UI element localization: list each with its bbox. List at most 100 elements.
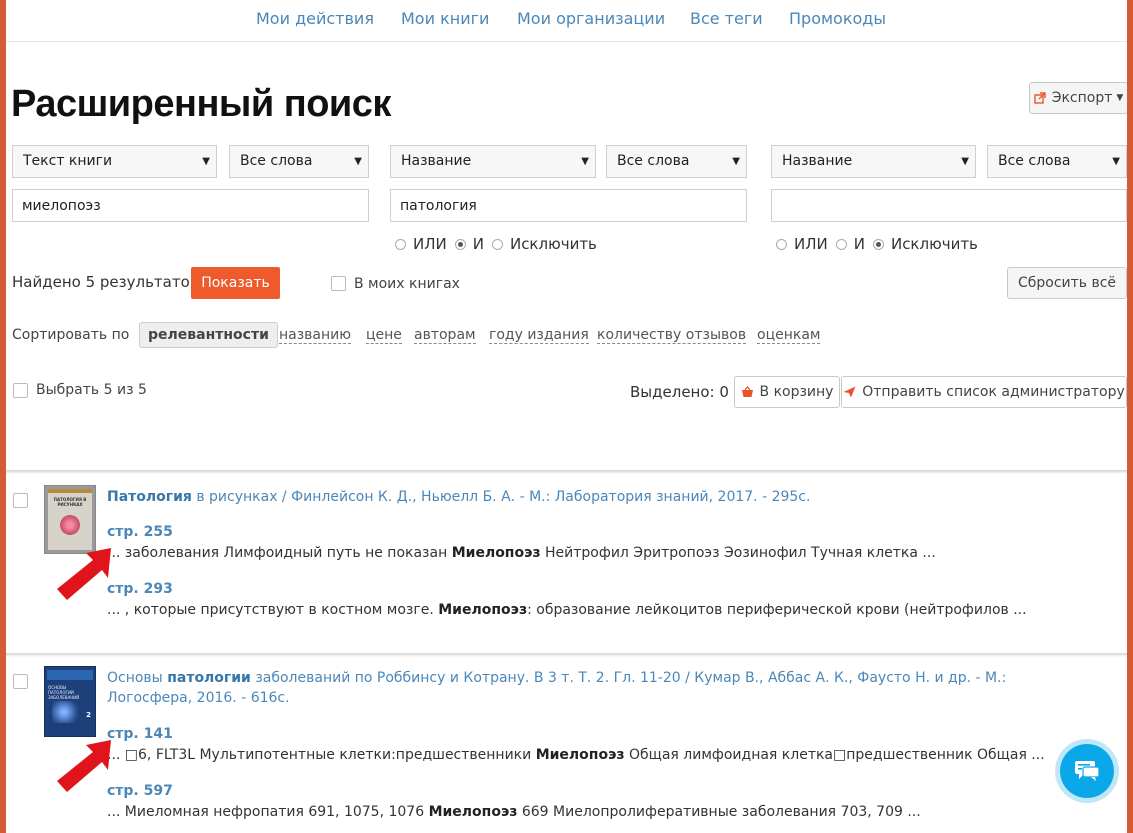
result-1-title-rest: в рисунках / Финлейсон К. Д., Ньюелл Б. … xyxy=(191,489,811,505)
results-divider-shadow xyxy=(6,471,1127,474)
mode-select-2-value: Все слова xyxy=(617,153,690,169)
field-select-1[interactable]: Текст книги ▼ xyxy=(12,145,217,178)
cover-illustration xyxy=(60,515,80,535)
snippet-before: ... Миеломная нефропатия 691, 1075, 1076 xyxy=(107,804,429,820)
nav-my-actions[interactable]: Мои действия xyxy=(256,9,374,28)
nav-my-organizations[interactable]: Мои организации xyxy=(517,9,665,28)
snippet-after: Общая лимфоидная клетка□предшественник О… xyxy=(624,747,1045,763)
in-my-books-checkbox[interactable] xyxy=(331,276,346,291)
sort-by-authors[interactable]: авторам xyxy=(414,327,476,344)
export-button[interactable]: Экспорт ▼ xyxy=(1029,82,1127,114)
result-2-title[interactable]: Основы патологии заболеваний по Роббинсу… xyxy=(107,668,1087,708)
annotation-arrow-1-icon xyxy=(57,548,111,600)
radio-exclude-3[interactable] xyxy=(872,238,884,250)
mode-select-2[interactable]: Все слова ▼ xyxy=(606,145,747,178)
sort-by-rating[interactable]: оценкам xyxy=(757,327,821,344)
result-1-title[interactable]: Патология в рисунках / Финлейсон К. Д., … xyxy=(107,487,1087,507)
radio-and-3[interactable] xyxy=(835,238,847,250)
page-title: Расширенный поиск xyxy=(11,83,391,125)
external-link-icon xyxy=(1033,92,1046,104)
radio-and-label: И xyxy=(472,235,484,253)
caret-down-icon: ▼ xyxy=(732,156,740,167)
annotation-arrow-2-icon xyxy=(57,740,111,792)
snippet-before: ... □6, FLT3L Мультипотентные клетки:пре… xyxy=(107,747,536,763)
search-input-1[interactable] xyxy=(12,189,369,222)
caret-down-icon: ▼ xyxy=(961,156,969,167)
radio-exclude-label: Исключить xyxy=(509,235,597,253)
selected-count: Выделено: 0 xyxy=(630,383,729,401)
chat-bubble-icon xyxy=(1075,761,1100,781)
result-2-page-link-2[interactable]: стр. 597 xyxy=(107,783,173,799)
result-1-snippet-2: ... , которые присутствуют в костном моз… xyxy=(107,602,1027,618)
search-input-3[interactable] xyxy=(771,189,1127,222)
cover-title-text: ПАТОЛОГИЯ В РИСУНКАХ xyxy=(53,497,87,507)
sort-by-price[interactable]: цене xyxy=(366,327,402,344)
search-input-2[interactable] xyxy=(390,189,747,222)
caret-down-icon: ▼ xyxy=(202,156,210,167)
nav-all-tags[interactable]: Все теги xyxy=(690,9,763,28)
send-to-admin-label: Отправить список администратору xyxy=(862,384,1125,400)
cover-volume: 2 xyxy=(86,711,91,719)
export-label: Экспорт xyxy=(1051,90,1113,106)
radio-and-2[interactable] xyxy=(454,238,466,250)
select-all-label: Выбрать 5 из 5 xyxy=(36,382,147,398)
snippet-highlight: Миелопоэз xyxy=(438,602,528,618)
chevron-down-icon: ▼ xyxy=(1116,93,1124,103)
radio-exclude-2[interactable] xyxy=(491,238,503,250)
field-select-2[interactable]: Название ▼ xyxy=(390,145,596,178)
radio-or-2[interactable] xyxy=(395,238,406,250)
result-1-checkbox[interactable] xyxy=(13,493,28,508)
caret-down-icon: ▼ xyxy=(581,156,589,167)
snippet-after: 669 Миелопролиферативные заболевания 703… xyxy=(517,804,921,820)
paper-plane-icon xyxy=(843,386,856,398)
cover-illustration xyxy=(52,701,82,723)
sort-by-reviews[interactable]: количеству отзывов xyxy=(597,327,747,344)
result-1-page-link-1[interactable]: стр. 255 xyxy=(107,524,173,540)
nav-my-books[interactable]: Мои книги xyxy=(401,9,489,28)
result-1-cover[interactable]: ПАТОЛОГИЯ В РИСУНКАХ xyxy=(44,485,96,554)
snippet-before: ... заболевания Лимфоидный путь не показ… xyxy=(107,545,452,561)
nav-promocodes[interactable]: Промокоды xyxy=(789,9,886,28)
select-all-checkbox[interactable] xyxy=(13,383,28,398)
cover-band xyxy=(47,670,93,680)
add-to-cart-label: В корзину xyxy=(759,384,834,400)
add-to-cart-button[interactable]: В корзину xyxy=(734,376,840,408)
sort-by-year[interactable]: году издания xyxy=(489,327,589,344)
snippet-after: Нейтрофил Эритропоэз Эозинофил Тучная кл… xyxy=(540,545,936,561)
show-button[interactable]: Показать xyxy=(191,267,280,299)
result-2-snippet-2: ... Миеломная нефропатия 691, 1075, 1076… xyxy=(107,804,921,820)
result-2-title-pre: Основы xyxy=(107,670,168,686)
field-select-3[interactable]: Название ▼ xyxy=(771,145,976,178)
caret-down-icon: ▼ xyxy=(354,156,362,167)
radio-exclude-label: Исключить xyxy=(890,235,978,253)
radio-and-label: И xyxy=(853,235,865,253)
result-1-title-bold: Патология xyxy=(107,489,192,505)
radio-or-3[interactable] xyxy=(776,238,787,250)
reset-all-button[interactable]: Сбросить всё xyxy=(1007,267,1127,299)
result-2-checkbox[interactable] xyxy=(13,674,28,689)
sort-label: Сортировать по xyxy=(12,327,130,343)
snippet-highlight: Миелопоэз xyxy=(428,804,518,820)
top-nav: Мои действия Мои книги Мои организации В… xyxy=(6,0,1127,42)
radio-or-label: ИЛИ xyxy=(413,235,447,253)
sort-by-name[interactable]: названию xyxy=(279,327,352,344)
field-select-2-value: Название xyxy=(401,153,472,169)
basket-icon xyxy=(741,386,753,397)
result-2-cover[interactable]: ОСНОВЫ ПАТОЛОГИИ ЗАБОЛЕВАНИЙ 2 xyxy=(44,666,96,737)
send-to-admin-button[interactable]: Отправить список администратору xyxy=(841,376,1127,408)
found-count: Найдено 5 результатов xyxy=(12,273,199,291)
result-2-snippet-1: ... □6, FLT3L Мультипотентные клетки:пре… xyxy=(107,747,1045,763)
chat-widget-inner xyxy=(1060,744,1114,798)
result-divider-shadow xyxy=(6,654,1127,657)
result-1-page-link-2[interactable]: стр. 293 xyxy=(107,581,173,597)
mode-select-3[interactable]: Все слова ▼ xyxy=(987,145,1127,178)
in-my-books-label: В моих книгах xyxy=(354,276,460,292)
sort-relevance[interactable]: релевантности xyxy=(139,322,278,348)
mode-select-1[interactable]: Все слова ▼ xyxy=(229,145,369,178)
caret-down-icon: ▼ xyxy=(1112,156,1120,167)
page: Мои действия Мои книги Мои организации В… xyxy=(6,0,1127,833)
chat-widget-button[interactable] xyxy=(1055,739,1119,803)
logic-radio-group-2: ИЛИ И Исключить xyxy=(395,234,605,254)
field-select-1-value: Текст книги xyxy=(23,153,113,169)
result-2-page-link-1[interactable]: стр. 141 xyxy=(107,726,173,742)
